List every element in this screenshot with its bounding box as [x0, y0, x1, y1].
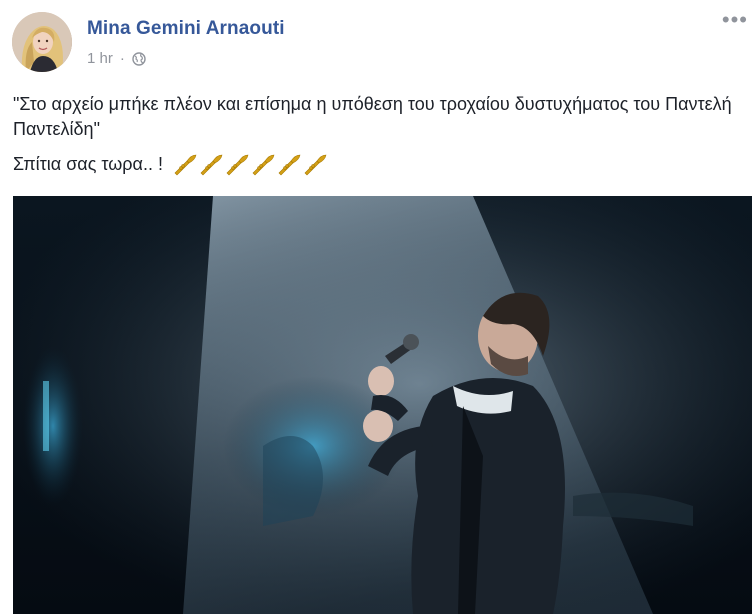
avatar[interactable]: [12, 12, 72, 72]
trumpet-icon: [252, 154, 275, 175]
timestamp[interactable]: 1 hr: [87, 50, 113, 67]
post-meta: 1 hr ·: [87, 50, 285, 67]
post-text-line2: Σπίτια σας τωρα.. !: [13, 152, 748, 177]
globe-icon[interactable]: [132, 51, 146, 66]
facebook-post: Mina Gemini Arnaouti 1 hr · ••• "Στο αρχ…: [0, 0, 752, 614]
post-header: Mina Gemini Arnaouti 1 hr ·: [12, 12, 285, 76]
post-text-quote: "Στο αρχείο μπήκε πλέον και επίσημα η υπ…: [13, 94, 732, 139]
header-text: Mina Gemini Arnaouti 1 hr ·: [87, 18, 285, 67]
post-text: "Στο αρχείο μπήκε πλέον και επίσημα η υπ…: [13, 92, 748, 177]
meta-separator: ·: [119, 50, 125, 67]
trumpet-icon: [278, 154, 301, 175]
trumpet-icon: [174, 154, 197, 175]
trumpet-icon: [226, 154, 249, 175]
post-text-exclaim: Σπίτια σας τωρα.. !: [13, 154, 163, 174]
ellipsis-icon[interactable]: •••: [722, 9, 748, 31]
author-name[interactable]: Mina Gemini Arnaouti: [87, 18, 285, 40]
trumpet-icon: [200, 154, 223, 175]
trumpet-icon: [304, 154, 327, 175]
post-photo[interactable]: [13, 196, 752, 614]
emoji-row: [173, 154, 329, 176]
